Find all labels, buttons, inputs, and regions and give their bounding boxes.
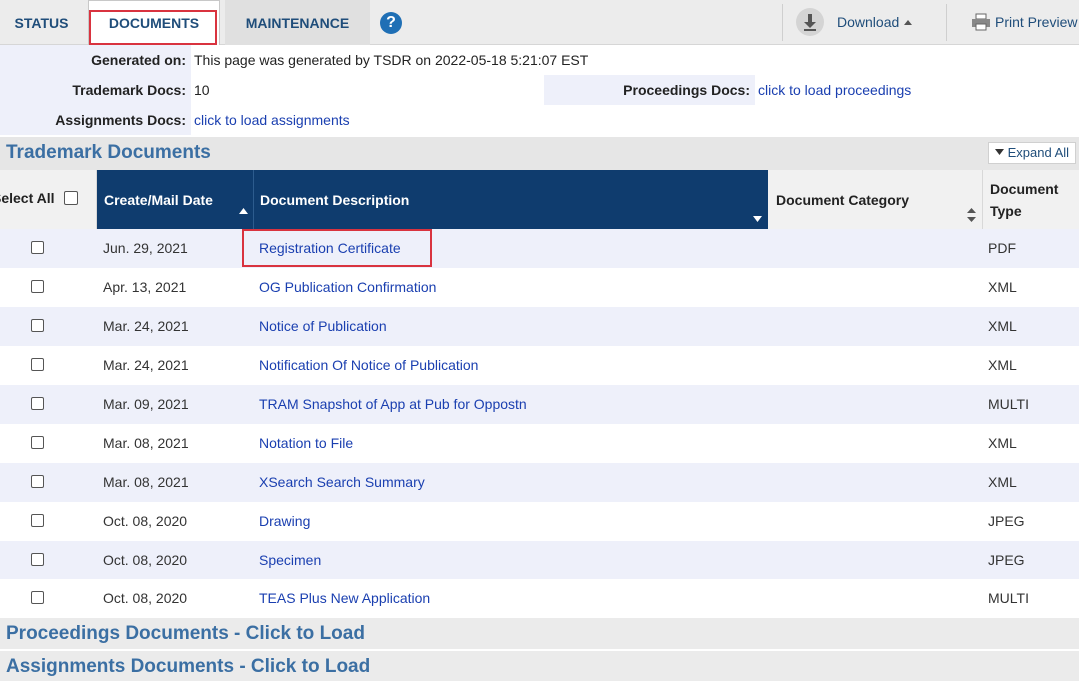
top-tab-bar: STATUS DOCUMENTS MAINTENANCE ? Download …	[0, 0, 1079, 45]
toolbar-divider	[782, 4, 783, 41]
row-type: XML	[988, 357, 1017, 373]
date-header-label: Create/Mail Date	[104, 191, 213, 208]
row-checkbox[interactable]	[31, 475, 44, 488]
header-document-category[interactable]: Document Category	[768, 170, 983, 229]
row-checkbox[interactable]	[31, 319, 44, 332]
table-row: Oct. 08, 2020 Specimen JPEG	[0, 541, 1079, 580]
help-icon[interactable]: ?	[380, 12, 402, 34]
trademark-documents-heading: Trademark Documents	[0, 137, 1079, 170]
assignments-docs-label: Assignments Docs:	[0, 105, 191, 135]
row-description-link[interactable]: OG Publication Confirmation	[259, 268, 436, 307]
row-date: Apr. 13, 2021	[103, 279, 187, 295]
proceedings-documents-section[interactable]: Proceedings Documents - Click to Load	[0, 618, 1079, 649]
row-date: Oct. 08, 2020	[103, 590, 188, 606]
row-checkbox[interactable]	[31, 358, 44, 371]
download-button[interactable]: Download	[837, 14, 913, 30]
caret-down-icon	[995, 149, 1004, 155]
printer-icon[interactable]	[971, 13, 991, 34]
header-document-type[interactable]: Document Type	[983, 170, 1079, 229]
row-checkbox[interactable]	[31, 241, 44, 254]
sort-desc-icon	[753, 216, 762, 222]
select-all-header: Select All	[0, 170, 97, 229]
row-type: XML	[988, 435, 1017, 451]
assignments-documents-section[interactable]: Assignments Documents - Click to Load	[0, 651, 1079, 681]
row-type: JPEG	[988, 513, 1025, 529]
sort-both-icon	[967, 208, 976, 222]
row-date: Mar. 08, 2021	[103, 435, 189, 451]
row-checkbox[interactable]	[31, 514, 44, 527]
table-row: Apr. 13, 2021 OG Publication Confirmatio…	[0, 268, 1079, 307]
table-row: Mar. 09, 2021 TRAM Snapshot of App at Pu…	[0, 385, 1079, 424]
row-type: XML	[988, 474, 1017, 490]
table-row: Mar. 08, 2021 XSearch Search Summary XML	[0, 463, 1079, 502]
table-row: Oct. 08, 2020 Drawing JPEG	[0, 502, 1079, 541]
download-icon[interactable]	[796, 8, 824, 36]
table-row: Mar. 08, 2021 Notation to File XML	[0, 424, 1079, 463]
type-header-label: Document Type	[990, 180, 1059, 219]
category-header-label: Document Category	[776, 191, 910, 208]
load-proceedings-link[interactable]: click to load proceedings	[758, 75, 911, 105]
trademark-docs-count: 10	[194, 82, 210, 98]
row-checkbox[interactable]	[31, 397, 44, 410]
tab-maintenance[interactable]: MAINTENANCE	[225, 0, 370, 45]
row-type: XML	[988, 279, 1017, 295]
row-date: Jun. 29, 2021	[103, 240, 188, 256]
info-block: Generated on: This page was generated by…	[0, 45, 1079, 136]
row-type: XML	[988, 318, 1017, 334]
tab-documents[interactable]: DOCUMENTS	[88, 0, 220, 45]
row-date: Mar. 08, 2021	[103, 474, 189, 490]
row-checkbox[interactable]	[31, 553, 44, 566]
sort-asc-icon	[239, 208, 248, 214]
row-type: MULTI	[988, 590, 1029, 606]
row-description-link[interactable]: Specimen	[259, 541, 321, 580]
table-row: Mar. 24, 2021 Notification Of Notice of …	[0, 346, 1079, 385]
header-create-mail-date[interactable]: Create/Mail Date	[97, 170, 254, 229]
print-preview-button[interactable]: Print Preview	[995, 14, 1077, 30]
row-type: PDF	[988, 240, 1016, 256]
table-row: Oct. 08, 2020 TEAS Plus New Application …	[0, 579, 1079, 618]
tab-status[interactable]: STATUS	[0, 0, 83, 45]
row-description-link[interactable]: TEAS Plus New Application	[259, 579, 430, 618]
row-type: JPEG	[988, 552, 1025, 568]
proceedings-docs-label: Proceedings Docs:	[544, 75, 755, 105]
toolbar-divider	[946, 4, 947, 41]
select-all-label: Select All	[0, 190, 55, 206]
row-checkbox[interactable]	[31, 591, 44, 604]
row-description-link[interactable]: Notation to File	[259, 424, 353, 463]
expand-all-label: Expand All	[1007, 145, 1070, 160]
load-assignments-link[interactable]: click to load assignments	[194, 105, 350, 135]
header-document-description[interactable]: Document Description	[254, 170, 768, 229]
select-all-checkbox[interactable]	[64, 191, 78, 205]
row-description-link[interactable]: Drawing	[259, 502, 310, 541]
row-date: Oct. 08, 2020	[103, 513, 188, 529]
generated-label: Generated on:	[0, 45, 191, 75]
row-date: Mar. 24, 2021	[103, 357, 189, 373]
row-type: MULTI	[988, 396, 1029, 412]
download-label: Download	[837, 14, 900, 30]
expand-all-button[interactable]: Expand All	[988, 142, 1076, 164]
row-description-link[interactable]: Registration Certificate	[259, 229, 401, 268]
row-checkbox[interactable]	[31, 280, 44, 293]
row-description-link[interactable]: Notification Of Notice of Publication	[259, 346, 478, 385]
table-row: Mar. 24, 2021 Notice of Publication XML	[0, 307, 1079, 346]
table-row: Jun. 29, 2021 Registration Certificate P…	[0, 229, 1079, 268]
trademark-docs-label: Trademark Docs:	[0, 75, 191, 105]
caret-up-icon	[904, 20, 913, 25]
description-header-label: Document Description	[260, 191, 410, 208]
row-checkbox[interactable]	[31, 436, 44, 449]
row-description-link[interactable]: XSearch Search Summary	[259, 463, 425, 502]
row-date: Mar. 09, 2021	[103, 396, 189, 412]
row-description-link[interactable]: TRAM Snapshot of App at Pub for Oppostn	[259, 385, 527, 424]
generated-value: This page was generated by TSDR on 2022-…	[194, 52, 589, 68]
row-date: Oct. 08, 2020	[103, 552, 188, 568]
row-date: Mar. 24, 2021	[103, 318, 189, 334]
row-description-link[interactable]: Notice of Publication	[259, 307, 387, 346]
